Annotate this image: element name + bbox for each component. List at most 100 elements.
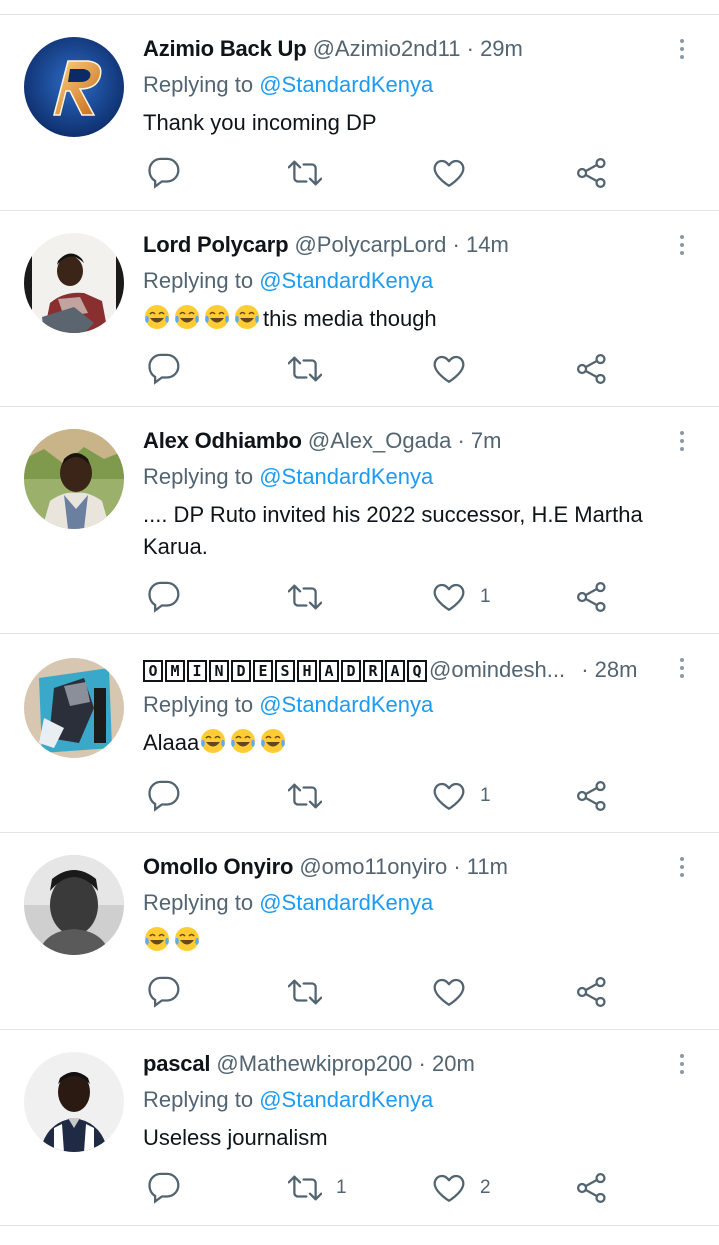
avatar[interactable]: [24, 233, 124, 333]
reply-tweet[interactable]: Omollo Onyiro @omo11onyiro · 11m Replyin…: [0, 833, 719, 1030]
retweet-button[interactable]: [288, 577, 322, 617]
separator-dot: ·: [453, 854, 461, 879]
display-name[interactable]: Omollo Onyiro: [143, 854, 293, 879]
display-name[interactable]: Azimio Back Up: [143, 36, 307, 61]
user-handle[interactable]: @Azimio2nd11: [313, 36, 461, 61]
display-name[interactable]: Alex Odhiambo: [143, 428, 302, 453]
more-options-icon[interactable]: [668, 427, 696, 455]
tweet-text-content: Alaaa: [143, 730, 200, 755]
more-options-icon[interactable]: [668, 231, 696, 259]
share-button[interactable]: [575, 1168, 609, 1208]
tears-of-joy-emoji-icon: [235, 305, 259, 329]
avatar[interactable]: [24, 855, 124, 955]
user-handle[interactable]: @omo11onyiro: [299, 854, 447, 879]
retweet-button[interactable]: [288, 776, 322, 816]
user-handle[interactable]: @omindesh...: [429, 657, 565, 682]
action-bar: 1: [143, 776, 623, 816]
retweet-count: 1: [336, 1177, 347, 1198]
retweet-button[interactable]: [288, 972, 322, 1012]
tweet-header: Lord Polycarp @PolycarpLord · 14m: [143, 231, 613, 259]
reply-icon: [148, 780, 180, 812]
avatar[interactable]: [24, 37, 124, 137]
heart-icon: [433, 1174, 465, 1202]
share-icon: [576, 976, 606, 1008]
tears-of-joy-emoji-icon: [175, 305, 199, 329]
tears-of-joy-emoji-icon: [231, 729, 256, 753]
reply-button[interactable]: [147, 153, 181, 193]
user-handle[interactable]: @Alex_Ogada: [308, 428, 451, 453]
tweet-text: Useless journalism: [143, 1125, 328, 1150]
name-letter: N: [209, 660, 229, 682]
timestamp[interactable]: 14m: [466, 232, 509, 257]
heart-icon: [433, 583, 465, 611]
avatar[interactable]: [24, 658, 124, 758]
reply-tweet[interactable]: Azimio Back Up @Azimio2nd11 · 29m Replyi…: [0, 15, 719, 211]
like-button[interactable]: 2: [432, 1168, 491, 1208]
avatar[interactable]: [24, 429, 124, 529]
action-bar: 1: [143, 577, 623, 617]
reply-tweet[interactable]: Lord Polycarp @PolycarpLord · 14m Replyi…: [0, 211, 719, 407]
replying-label: Replying to: [143, 464, 254, 489]
retweet-button[interactable]: [288, 153, 322, 193]
like-button[interactable]: [432, 349, 466, 389]
timestamp[interactable]: 11m: [467, 854, 508, 879]
mention-link[interactable]: @StandardKenya: [259, 268, 433, 293]
more-options-icon[interactable]: [668, 35, 696, 63]
reply-button[interactable]: [147, 776, 181, 816]
like-count: 1: [480, 586, 491, 607]
reply-tweet[interactable]: Alex Odhiambo @Alex_Ogada · 7m Replying …: [0, 407, 719, 634]
name-letter: E: [253, 660, 273, 682]
like-button[interactable]: 1: [432, 577, 491, 617]
more-options-icon[interactable]: [668, 853, 696, 881]
share-button[interactable]: [575, 153, 609, 193]
avatar[interactable]: [24, 1052, 124, 1152]
tears-of-joy-emoji-icon: [205, 305, 229, 329]
replying-label: Replying to: [143, 1087, 254, 1112]
like-button[interactable]: [432, 972, 466, 1012]
separator-dot: ·: [466, 36, 474, 61]
timestamp[interactable]: 20m: [432, 1051, 475, 1076]
retweet-button[interactable]: [288, 349, 322, 389]
name-letter: A: [385, 660, 405, 682]
user-handle[interactable]: @Mathewkiprop200: [216, 1051, 412, 1076]
mention-link[interactable]: @StandardKenya: [259, 72, 433, 97]
action-bar: [143, 972, 623, 1012]
tears-of-joy-emoji-icon: [201, 729, 226, 753]
more-options-icon[interactable]: [668, 1050, 696, 1078]
mention-link[interactable]: @StandardKenya: [259, 692, 433, 717]
replying-to: Replying to @StandardKenya: [143, 888, 433, 918]
replying-label: Replying to: [143, 268, 254, 293]
like-button[interactable]: [432, 153, 466, 193]
mention-link[interactable]: @StandardKenya: [259, 890, 433, 915]
reply-tweet[interactable]: OMINDESHADRAQ @omindesh... · 28m Replyin…: [0, 634, 719, 833]
mention-link[interactable]: @StandardKenya: [259, 464, 433, 489]
more-options-icon[interactable]: [668, 654, 696, 682]
retweet-button[interactable]: 1: [288, 1168, 347, 1208]
share-button[interactable]: [575, 349, 609, 389]
timestamp[interactable]: 29m: [480, 36, 523, 61]
name-letter: D: [231, 660, 251, 682]
display-name[interactable]: pascal: [143, 1051, 210, 1076]
separator-dot: ·: [457, 428, 465, 453]
share-button[interactable]: [575, 577, 609, 617]
share-button[interactable]: [575, 972, 609, 1012]
reply-button[interactable]: [147, 349, 181, 389]
name-letter: Q: [407, 660, 427, 682]
like-button[interactable]: 1: [432, 776, 491, 816]
replying-to: Replying to @StandardKenya: [143, 690, 433, 720]
display-name[interactable]: Lord Polycarp: [143, 232, 289, 257]
timestamp[interactable]: 7m: [471, 428, 502, 453]
mention-link[interactable]: @StandardKenya: [259, 1087, 433, 1112]
reply-button[interactable]: [147, 1168, 181, 1208]
reply-tweet[interactable]: pascal @Mathewkiprop200 · 20m Replying t…: [0, 1030, 719, 1226]
reply-button[interactable]: [147, 972, 181, 1012]
tweet-header: Omollo Onyiro @omo11onyiro · 11m: [143, 853, 613, 881]
replying-to: Replying to @StandardKenya: [143, 462, 433, 492]
retweet-icon: [288, 160, 322, 186]
share-button[interactable]: [575, 776, 609, 816]
timestamp[interactable]: 28m: [595, 657, 638, 682]
retweet-icon: [288, 356, 322, 382]
reply-button[interactable]: [147, 577, 181, 617]
like-count: 2: [480, 1177, 491, 1198]
user-handle[interactable]: @PolycarpLord: [294, 232, 446, 257]
